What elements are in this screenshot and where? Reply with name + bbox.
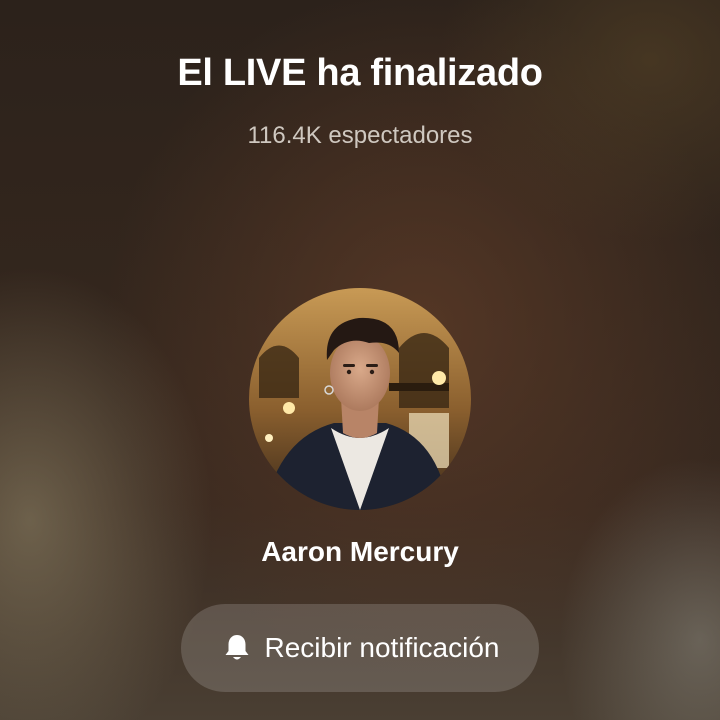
avatar-photo [249,288,471,510]
live-ended-title: El LIVE ha finalizado [177,52,543,94]
host-name[interactable]: Aaron Mercury [0,536,720,568]
bell-icon [221,632,253,664]
avatar[interactable] [249,288,471,510]
receive-notification-button[interactable]: Recibir notificación [181,604,539,692]
notify-button-label: Recibir notificación [264,632,500,663]
viewer-count: 116.4K espectadores [247,122,473,149]
